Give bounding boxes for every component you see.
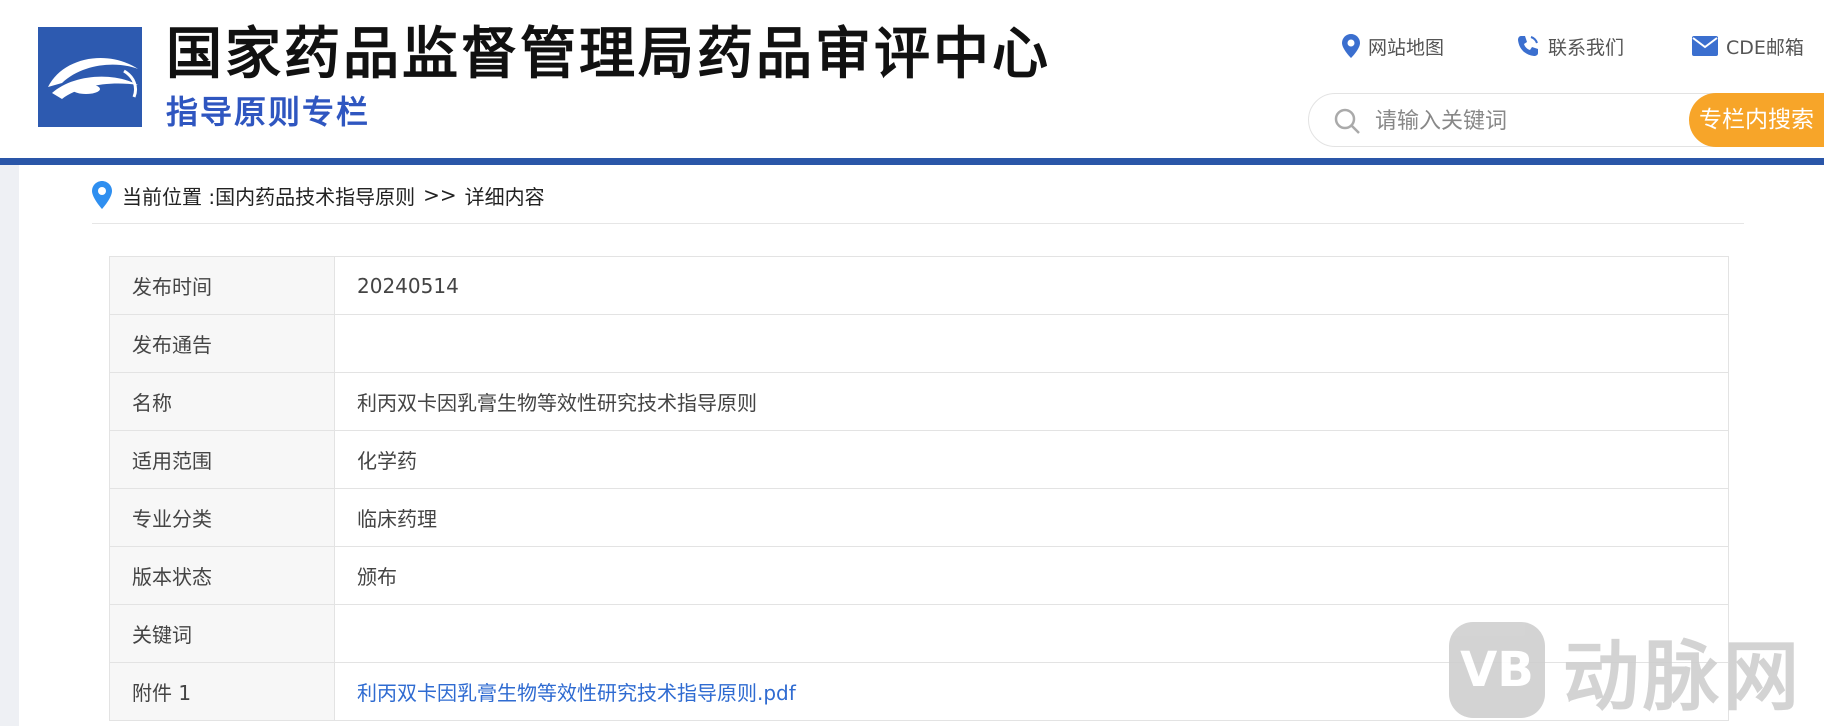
cde-mail-label: CDE邮箱 — [1726, 36, 1804, 59]
field-label: 版本状态 — [109, 546, 335, 605]
attachment-pdf-link[interactable]: 利丙双卡因乳膏生物等效性研究技术指导原则.pdf — [357, 681, 796, 705]
site-header: 国家药品监督管理局药品审评中心 指导原则专栏 网站地图 联系我们 CDE邮箱 请… — [0, 0, 1824, 158]
table-row: 适用范围 化学药 — [109, 430, 1729, 489]
table-row: 名称 利丙双卡因乳膏生物等效性研究技术指导原则 — [109, 372, 1729, 431]
site-map-link[interactable]: 网站地图 — [1342, 30, 1444, 62]
table-row: 版本状态 颁布 — [109, 546, 1729, 605]
table-row: 发布通告 — [109, 314, 1729, 373]
column-search-button[interactable]: 专栏内搜索 — [1689, 93, 1824, 147]
column-subtitle: 指导原则专栏 — [166, 93, 371, 131]
phone-icon — [1518, 36, 1538, 56]
map-pin-icon — [1342, 34, 1360, 58]
cde-mail-link[interactable]: CDE邮箱 — [1692, 30, 1804, 62]
watermark: VB 动脉网 — [1449, 620, 1803, 721]
breadcrumb: 当前位置 : 国内药品技术指导原则 >> 详细内容 — [92, 177, 545, 213]
field-label: 附件 1 — [109, 662, 335, 721]
table-row: 专业分类 临床药理 — [109, 488, 1729, 547]
search-icon — [1334, 108, 1360, 134]
location-pin-icon — [92, 181, 112, 209]
version-status-value: 颁布 — [334, 546, 1729, 605]
field-label: 名称 — [109, 372, 335, 431]
table-row: 发布时间 20240514 — [109, 256, 1729, 315]
scope-value: 化学药 — [334, 430, 1729, 489]
announcement-value — [334, 314, 1729, 373]
watermark-text: 动脉网 — [1563, 632, 1803, 721]
site-map-label: 网站地图 — [1368, 36, 1445, 59]
breadcrumb-separator: >> — [423, 183, 457, 207]
name-value: 利丙双卡因乳膏生物等效性研究技术指导原则 — [334, 372, 1729, 431]
publish-date-value: 20240514 — [334, 256, 1729, 315]
field-label: 适用范围 — [109, 430, 335, 489]
field-label: 发布时间 — [109, 256, 335, 315]
breadcrumb-current: 详细内容 — [464, 184, 545, 209]
category-value: 临床药理 — [334, 488, 1729, 547]
field-label: 关键词 — [109, 604, 335, 663]
search-input[interactable] — [1375, 102, 1675, 140]
mail-icon — [1692, 36, 1718, 56]
contact-us-link[interactable]: 联系我们 — [1516, 30, 1624, 62]
breadcrumb-link-domestic-guidelines[interactable]: 国内药品技术指导原则 — [215, 181, 415, 210]
watermark-badge: VB — [1449, 622, 1545, 718]
top-links: 网站地图 联系我们 CDE邮箱 — [0, 30, 1824, 62]
breadcrumb-divider — [92, 223, 1744, 224]
breadcrumb-prefix: 当前位置 : — [122, 184, 216, 209]
contact-us-label: 联系我们 — [1548, 36, 1625, 59]
header-divider — [0, 158, 1824, 165]
field-label: 专业分类 — [109, 488, 335, 547]
field-label: 发布通告 — [109, 314, 335, 373]
